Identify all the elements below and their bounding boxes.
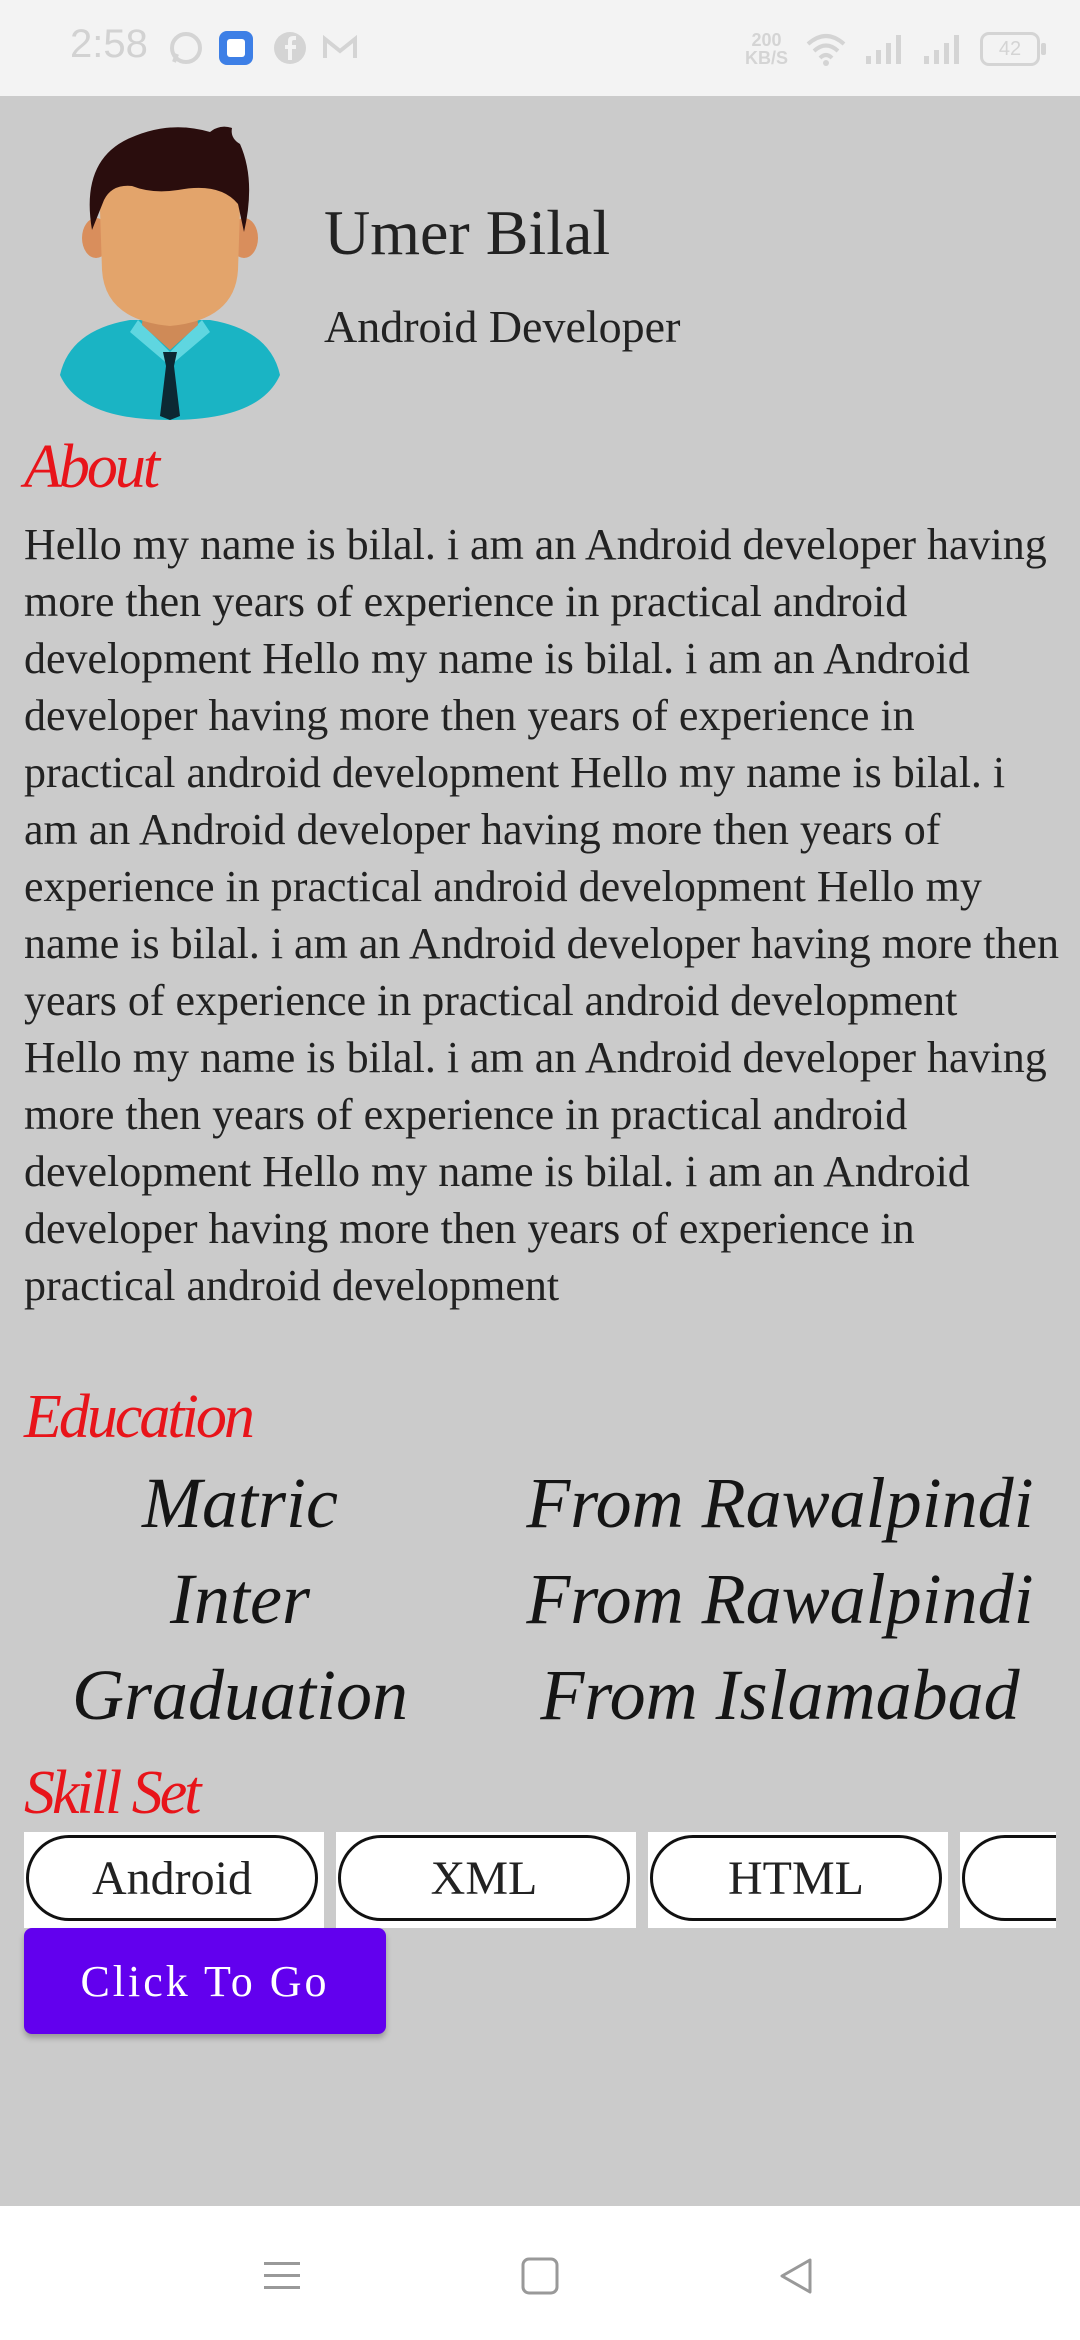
- education-row: Matric From Rawalpindi: [0, 1462, 1080, 1558]
- education-level: Matric: [142, 1463, 338, 1543]
- skills-title: Skill Set: [24, 1759, 201, 1827]
- status-right: 200 KB/S 42: [745, 24, 1046, 74]
- click-to-go-button[interactable]: Click To Go: [24, 1928, 386, 2034]
- profile-name: Umer Bilal: [324, 197, 611, 268]
- status-bar: 2:58 200 KB/S 42: [0, 0, 1080, 96]
- skill-chip-cell: Android: [24, 1832, 324, 1928]
- menu-icon[interactable]: [262, 2256, 302, 2296]
- skill-chip[interactable]: HTML: [650, 1835, 942, 1921]
- skill-chip-cell: XML: [336, 1832, 636, 1928]
- gmail-icon: [323, 34, 357, 58]
- wifi-icon: [806, 34, 846, 66]
- profile-role: Android Developer: [324, 301, 681, 352]
- battery-level: 42: [998, 37, 1022, 60]
- app-icon: [219, 31, 253, 65]
- whatsapp-icon: [170, 32, 202, 64]
- battery-icon: 42: [980, 32, 1046, 66]
- system-nav-bar: [0, 2206, 1080, 2340]
- education-place: From Rawalpindi: [526, 1463, 1034, 1543]
- signal-icon: [924, 35, 959, 64]
- net-speed: 200 KB/S: [745, 31, 788, 67]
- about-text: Hello my name is bilal. i am an Android …: [24, 520, 1059, 1310]
- status-time: 2:58: [70, 22, 148, 66]
- skills-list[interactable]: Android XML HTML: [24, 1832, 1056, 1928]
- education-row: Inter From Rawalpindi: [0, 1558, 1080, 1654]
- facebook-icon: [274, 32, 306, 64]
- education-row: Graduation From Islamabad: [0, 1654, 1080, 1750]
- education-title: Education: [24, 1383, 255, 1451]
- education-place: From Rawalpindi: [526, 1559, 1034, 1639]
- back-icon[interactable]: [776, 2256, 816, 2296]
- net-speed-unit: KB/S: [744, 48, 788, 68]
- skill-chip-cell: HTML: [648, 1832, 948, 1928]
- education-level: Graduation: [71, 1655, 409, 1735]
- skill-chip-cell: [960, 1832, 1056, 1928]
- home-icon[interactable]: [520, 2256, 560, 2296]
- signal-icon: [866, 35, 901, 64]
- about-title: About: [24, 433, 160, 501]
- skill-chip[interactable]: XML: [338, 1835, 630, 1921]
- skill-chip[interactable]: [962, 1835, 1056, 1921]
- skill-chip[interactable]: Android: [26, 1835, 318, 1921]
- net-speed-value: 200: [751, 30, 782, 50]
- education-level: Inter: [170, 1559, 310, 1639]
- education-place: From Islamabad: [540, 1655, 1020, 1735]
- avatar: [60, 126, 280, 420]
